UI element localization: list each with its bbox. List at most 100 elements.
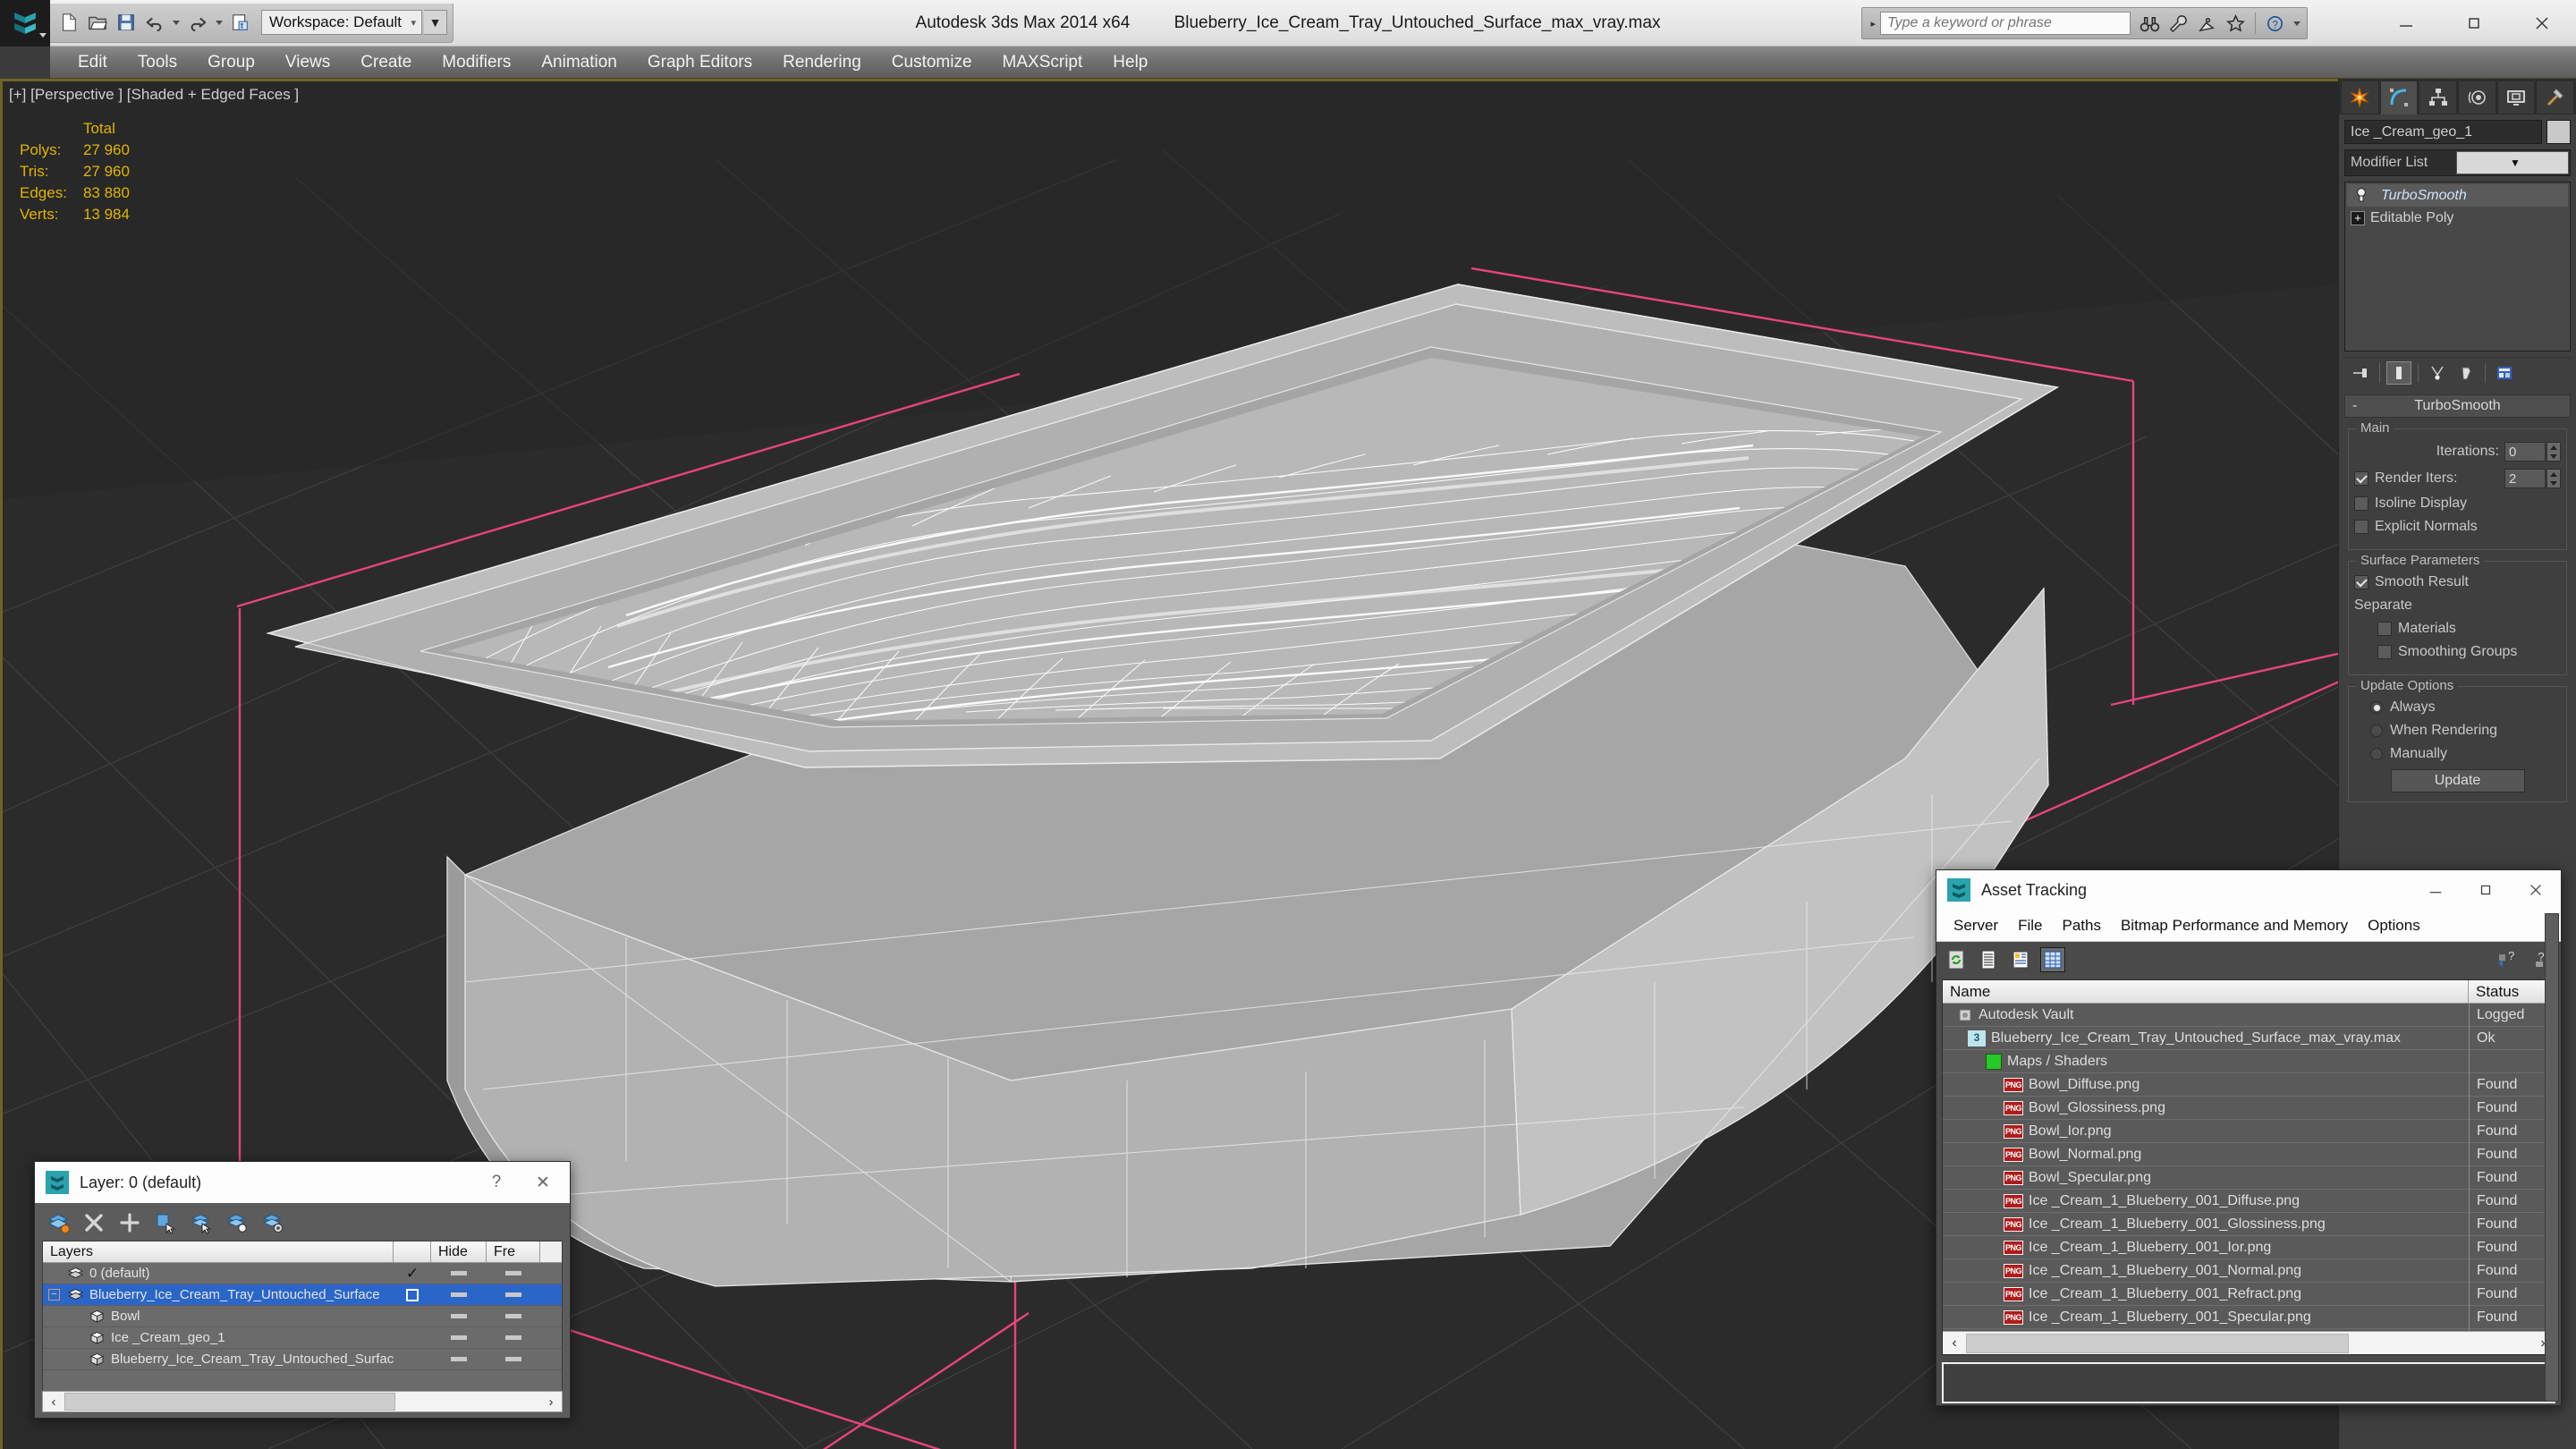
asset-row[interactable]: PNG Bowl_Glossiness.png Found: [1943, 1096, 2555, 1120]
layer-current-box-icon[interactable]: [394, 1288, 431, 1301]
viewport-label[interactable]: [+] [Perspective ] [Shaded + Edged Faces…: [9, 86, 299, 104]
undo-icon[interactable]: [141, 9, 168, 36]
modifier-list-dropdown[interactable]: Modifier List ▼: [2344, 149, 2571, 176]
layer-hide-toggle[interactable]: [431, 1271, 487, 1275]
highlight-selected-objects-layer-icon[interactable]: [225, 1210, 250, 1235]
menu-item-modifiers[interactable]: Modifiers: [427, 47, 526, 79]
add-selection-to-layer-icon[interactable]: [117, 1210, 142, 1235]
iterations-spin-buttons[interactable]: [2546, 442, 2561, 462]
make-unique-icon[interactable]: [2425, 361, 2450, 385]
asset-menu-file[interactable]: File: [2008, 911, 2052, 941]
asset-vertical-scrollbar[interactable]: [2545, 913, 2559, 1402]
column-freeze[interactable]: Fre: [487, 1241, 540, 1262]
layer-horizontal-scrollbar[interactable]: ‹ ›: [42, 1391, 563, 1412]
workspace-selector[interactable]: Workspace: Default ▾: [261, 10, 422, 35]
search-input[interactable]: [1880, 12, 2131, 35]
select-highlighted-layers-icon[interactable]: [189, 1210, 214, 1235]
layer-freeze-toggle[interactable]: [487, 1292, 540, 1297]
layer-row[interactable]: Ice _Cream_geo_1: [43, 1327, 562, 1349]
smooth-result-row[interactable]: Smooth Result: [2354, 574, 2561, 590]
pin-stack-icon[interactable]: [2348, 361, 2373, 385]
show-end-result-icon[interactable]: [2386, 360, 2411, 385]
undo-dropdown-caret-icon[interactable]: [173, 20, 180, 25]
asset-row[interactable]: Autodesk Vault Logged: [1943, 1004, 2555, 1027]
menu-item-group[interactable]: Group: [192, 47, 270, 79]
layer-freeze-toggle[interactable]: [487, 1271, 540, 1275]
asset-menu-server[interactable]: Server: [1944, 911, 2008, 941]
new-file-icon[interactable]: [55, 9, 82, 36]
scroll-left-icon[interactable]: ‹: [43, 1394, 64, 1410]
asset-row[interactable]: PNG Bowl_Specular.png Found: [1943, 1165, 2555, 1190]
redo-icon[interactable]: [184, 9, 211, 36]
redo-dropdown-caret-icon[interactable]: [216, 20, 223, 25]
remove-modifier-icon[interactable]: [2453, 361, 2479, 385]
modifier-stack-item-turbosmooth[interactable]: TurboSmooth: [2347, 184, 2568, 207]
utilities-tab[interactable]: [2536, 80, 2575, 114]
help-question-icon[interactable]: ?: [2262, 10, 2289, 37]
scrollbar-thumb[interactable]: [64, 1393, 395, 1411]
asset-maximize-button[interactable]: [2461, 870, 2511, 910]
check-in-help-icon[interactable]: ?: [2493, 947, 2518, 972]
layer-dialog-close-button[interactable]: ✕: [520, 1163, 566, 1202]
menu-item-customize[interactable]: Customize: [877, 47, 987, 79]
column-status[interactable]: Status: [2469, 980, 2555, 1003]
configure-modifier-sets-icon[interactable]: [2492, 361, 2517, 385]
layer-row[interactable]: Bowl: [43, 1306, 562, 1327]
expand-plus-icon[interactable]: +: [2351, 210, 2365, 225]
set-project-folder-icon[interactable]: [227, 9, 254, 36]
infocenter-expand-icon[interactable]: ▸: [1866, 18, 1880, 30]
layer-freeze-toggle[interactable]: [487, 1314, 540, 1318]
menu-item-create[interactable]: Create: [345, 47, 427, 79]
collapse-minus-icon[interactable]: −: [48, 1289, 60, 1301]
menu-item-graph-editors[interactable]: Graph Editors: [632, 47, 767, 79]
object-name-field[interactable]: Ice _Cream_geo_1: [2344, 120, 2542, 144]
smooth-result-checkbox[interactable]: [2354, 575, 2368, 589]
manually-radio[interactable]: [2370, 748, 2383, 760]
update-option-always[interactable]: Always: [2354, 699, 2561, 716]
menu-item-help[interactable]: Help: [1097, 47, 1163, 79]
layer-current-check-icon[interactable]: ✓: [394, 1265, 431, 1283]
asset-row[interactable]: 3 Blueberry_Ice_Cream_Tray_Untouched_Sur…: [1943, 1026, 2555, 1050]
menu-item-views[interactable]: Views: [270, 47, 345, 79]
column-layers[interactable]: Layers: [43, 1241, 394, 1262]
workspace-dropdown-button[interactable]: ▼: [424, 10, 447, 35]
motion-tab[interactable]: [2458, 80, 2496, 114]
favorites-star-icon[interactable]: [2222, 10, 2249, 37]
modifier-stack[interactable]: TurboSmooth + Editable Poly: [2344, 182, 2571, 352]
update-option-when-rendering[interactable]: When Rendering: [2354, 723, 2561, 739]
isoline-display-row[interactable]: Isoline Display: [2354, 496, 2561, 512]
close-button[interactable]: [2508, 0, 2576, 47]
render-iters-spinner[interactable]: [2504, 469, 2561, 488]
asset-menu-options[interactable]: Options: [2358, 911, 2430, 941]
layer-properties-icon[interactable]: [260, 1210, 285, 1235]
object-color-swatch[interactable]: [2546, 120, 2571, 144]
asset-row[interactable]: PNG Ice _Cream_1_Blueberry_001_Diffuse.p…: [1943, 1189, 2555, 1213]
create-tab[interactable]: [2341, 80, 2379, 114]
separate-smoothing-groups-checkbox[interactable]: [2377, 645, 2392, 659]
layer-hide-toggle[interactable]: [431, 1314, 487, 1318]
menu-item-animation[interactable]: Animation: [526, 47, 632, 79]
scrollbar-thumb[interactable]: [1966, 1333, 2349, 1353]
iterations-input[interactable]: [2504, 442, 2546, 462]
column-name[interactable]: Name: [1943, 980, 2469, 1003]
asset-row[interactable]: Maps / Shaders: [1943, 1049, 2555, 1073]
asset-row[interactable]: PNG Bowl_Ior.png Found: [1943, 1119, 2555, 1143]
layer-freeze-toggle[interactable]: [487, 1357, 540, 1361]
layer-hide-toggle[interactable]: [431, 1335, 487, 1340]
asset-minimize-button[interactable]: [2411, 870, 2461, 910]
always-radio[interactable]: [2370, 701, 2383, 714]
select-objects-in-layer-icon[interactable]: [153, 1210, 178, 1235]
column-current[interactable]: [394, 1241, 431, 1262]
asset-row[interactable]: PNG Ice _Cream_1_Blueberry_001_Normal.pn…: [1943, 1258, 2555, 1283]
create-new-layer-icon[interactable]: [46, 1210, 71, 1235]
layer-row[interactable]: Blueberry_Ice_Cream_Tray_Untouched_Surfa…: [43, 1349, 562, 1370]
layer-hide-toggle[interactable]: [431, 1292, 487, 1297]
menu-item-edit[interactable]: Edit: [63, 47, 123, 79]
explicit-normals-checkbox[interactable]: [2354, 520, 2368, 534]
search-binoculars-icon[interactable]: [2136, 10, 2163, 37]
asset-horizontal-scrollbar[interactable]: ‹ ›: [1943, 1331, 2555, 1354]
asset-menu-paths[interactable]: Paths: [2052, 911, 2110, 941]
delete-layer-icon[interactable]: [81, 1210, 106, 1235]
application-menu-button[interactable]: [0, 0, 50, 47]
rollout-header[interactable]: - TurboSmooth: [2344, 394, 2571, 418]
